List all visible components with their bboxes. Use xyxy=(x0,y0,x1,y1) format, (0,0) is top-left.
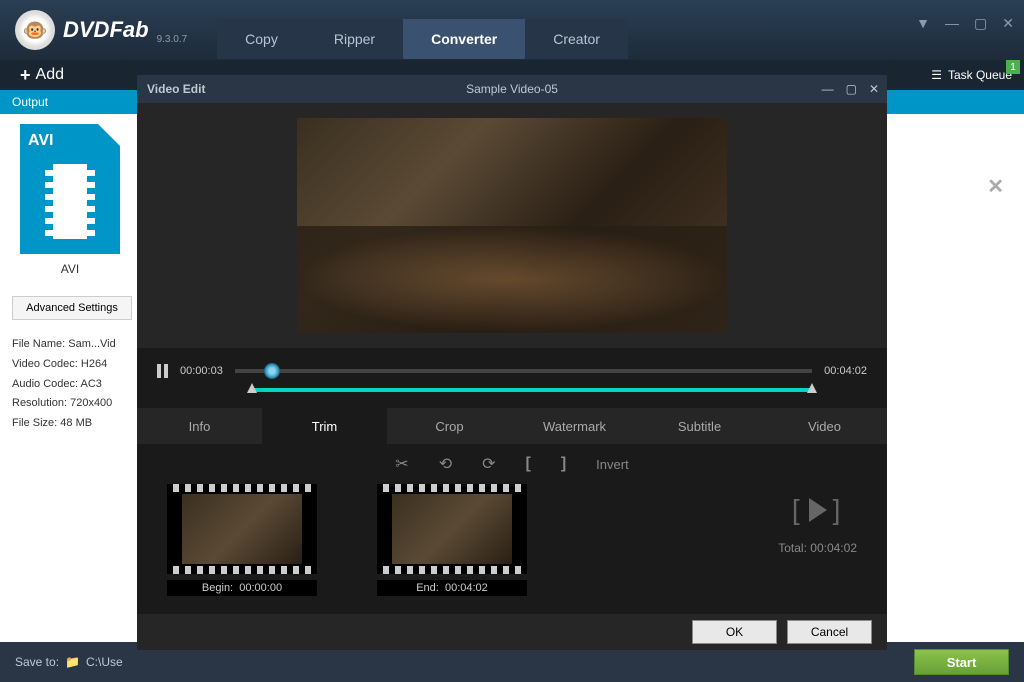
app-version: 9.3.0.7 xyxy=(157,34,188,45)
modal-minimize-icon[interactable]: — xyxy=(822,82,834,96)
tab-ripper[interactable]: Ripper xyxy=(306,19,403,59)
minimize-icon[interactable]: — xyxy=(945,15,959,32)
tab-info[interactable]: Info xyxy=(137,408,262,444)
trim-end-handle[interactable] xyxy=(807,383,817,393)
seek-slider[interactable] xyxy=(235,369,812,373)
modal-window-controls: — ▢ ✕ xyxy=(822,82,879,96)
duration: 00:04:02 xyxy=(824,365,867,377)
modal-subtitle: Sample Video-05 xyxy=(466,82,558,96)
queue-count-badge: 1 xyxy=(1006,60,1020,74)
cancel-button[interactable]: Cancel xyxy=(787,620,872,644)
save-path[interactable]: C:\Use xyxy=(86,655,123,669)
advanced-settings-button[interactable]: Advanced Settings xyxy=(12,296,132,320)
modal-footer: OK Cancel xyxy=(137,614,887,650)
total-block: [] Total: 00:04:02 xyxy=(778,494,857,555)
format-icon[interactable]: AVI xyxy=(20,124,120,254)
info-vcodec: Video Codec: H264 xyxy=(12,355,128,375)
output-sidebar: AVI AVI Advanced Settings File Name: Sam… xyxy=(0,114,140,444)
plus-icon: + xyxy=(20,65,31,86)
format-badge: AVI xyxy=(28,132,53,150)
end-frame[interactable] xyxy=(377,484,527,574)
task-queue-button[interactable]: ☰ Task Queue 1 xyxy=(931,68,1012,82)
play-icon xyxy=(809,498,827,522)
play-preview-button[interactable]: [] xyxy=(792,494,844,526)
end-label: End: 00:04:02 xyxy=(377,580,527,596)
trim-start-handle[interactable] xyxy=(247,383,257,393)
app-name: DVDFab xyxy=(63,17,149,43)
task-queue-label: Task Queue xyxy=(948,68,1012,82)
invert-button[interactable]: Invert xyxy=(596,457,629,472)
playback-controls: 00:00:03 00:04:02 xyxy=(137,348,887,408)
video-preview[interactable] xyxy=(297,118,727,333)
rewind-icon[interactable]: ⟲ xyxy=(439,454,452,474)
modal-header: Video Edit Sample Video-05 — ▢ ✕ xyxy=(137,75,887,103)
trim-range-slider[interactable] xyxy=(252,388,812,392)
save-to-label: Save to: xyxy=(15,655,59,669)
add-label: Add xyxy=(36,66,64,84)
preview-area xyxy=(137,103,887,348)
list-icon: ☰ xyxy=(931,68,942,82)
close-icon[interactable]: ✕ xyxy=(1002,15,1014,32)
window-controls: ▼ — ▢ ✕ xyxy=(916,15,1014,32)
film-icon xyxy=(45,164,95,239)
tab-copy[interactable]: Copy xyxy=(217,19,306,59)
bracket-left-icon[interactable]: [ xyxy=(526,455,531,473)
forward-icon[interactable]: ⟳ xyxy=(482,454,495,474)
tab-subtitle[interactable]: Subtitle xyxy=(637,408,762,444)
add-button[interactable]: + Add xyxy=(0,60,84,90)
modal-close-icon[interactable]: ✕ xyxy=(869,82,879,96)
main-tabs: Copy Ripper Converter Creator xyxy=(217,19,628,59)
pause-button[interactable] xyxy=(157,364,168,378)
ok-button[interactable]: OK xyxy=(692,620,777,644)
maximize-icon[interactable]: ▢ xyxy=(974,15,987,32)
seek-thumb[interactable] xyxy=(264,363,280,379)
file-info: File Name: Sam...Vid Video Codec: H264 A… xyxy=(12,335,128,434)
modal-title: Video Edit xyxy=(147,82,205,96)
total-label: Total: 00:04:02 xyxy=(778,541,857,555)
bracket-right-icon[interactable]: ] xyxy=(561,455,566,473)
folder-icon[interactable]: 📁 xyxy=(65,655,80,669)
begin-label: Begin: 00:00:00 xyxy=(167,580,317,596)
format-name: AVI xyxy=(12,262,128,276)
modal-maximize-icon[interactable]: ▢ xyxy=(846,82,857,96)
logo: 🐵 DVDFab 9.3.0.7 xyxy=(0,10,187,50)
current-time: 00:00:03 xyxy=(180,365,223,377)
video-edit-modal: Video Edit Sample Video-05 — ▢ ✕ 00:00:0… xyxy=(137,75,887,650)
end-thumb: End: 00:04:02 xyxy=(377,484,527,596)
begin-frame[interactable] xyxy=(167,484,317,574)
info-filesize: File Size: 48 MB xyxy=(12,414,128,434)
dropdown-icon[interactable]: ▼ xyxy=(916,15,930,32)
app-header: 🐵 DVDFab 9.3.0.7 Copy Ripper Converter C… xyxy=(0,0,1024,60)
begin-thumb: Begin: 00:00:00 xyxy=(167,484,317,596)
info-acodec: Audio Codec: AC3 xyxy=(12,375,128,395)
trim-tools: ✂ ⟲ ⟳ [ ] Invert xyxy=(137,444,887,484)
thumbnails-row: Begin: 00:00:00 End: 00:04:02 [] Total: … xyxy=(137,484,887,614)
edit-tabs: Info Trim Crop Watermark Subtitle Video xyxy=(137,408,887,444)
close-panel-button[interactable]: ✕ xyxy=(987,174,1004,199)
tab-trim[interactable]: Trim xyxy=(262,408,387,444)
logo-icon: 🐵 xyxy=(15,10,55,50)
scissors-icon[interactable]: ✂ xyxy=(395,454,408,474)
info-resolution: Resolution: 720x400 xyxy=(12,394,128,414)
tab-converter[interactable]: Converter xyxy=(403,19,525,59)
tab-creator[interactable]: Creator xyxy=(525,19,628,59)
start-button[interactable]: Start xyxy=(914,649,1009,675)
tab-watermark[interactable]: Watermark xyxy=(512,408,637,444)
info-filename: File Name: Sam...Vid xyxy=(12,335,128,355)
tab-video[interactable]: Video xyxy=(762,408,887,444)
tab-crop[interactable]: Crop xyxy=(387,408,512,444)
